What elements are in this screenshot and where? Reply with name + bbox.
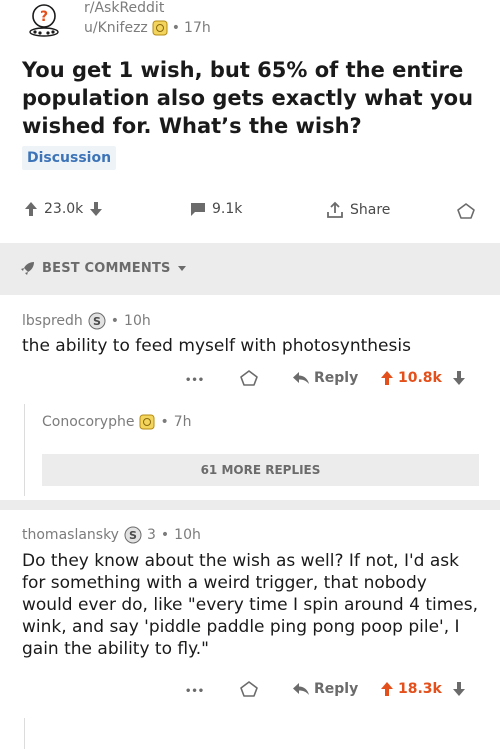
- more-replies-button[interactable]: 61 MORE REPLIES: [42, 454, 479, 486]
- sort-selector[interactable]: BEST COMMENTS: [20, 260, 187, 276]
- post-header: ? r/AskReddit u/Knifezz • 17h: [22, 0, 482, 44]
- share-icon: [326, 201, 344, 219]
- comment-actions: ••• Reply 18.3k: [0, 678, 500, 704]
- post-flair[interactable]: Discussion: [22, 146, 117, 170]
- gold-award-icon: [139, 414, 155, 430]
- comment-actions: ••• Reply 10.8k: [0, 367, 500, 393]
- downvote-icon[interactable]: [452, 681, 466, 697]
- svg-text:S: S: [93, 315, 101, 328]
- upvote-icon[interactable]: [380, 370, 394, 386]
- downvote-icon[interactable]: [452, 370, 466, 386]
- award-icon: [457, 203, 475, 219]
- sort-label: BEST COMMENTS: [42, 260, 171, 276]
- post-title[interactable]: You get 1 wish, but 65% of the entire po…: [22, 56, 482, 140]
- reply-icon: [292, 371, 310, 385]
- comment-vote-group: 10.8k: [380, 370, 466, 386]
- svg-text:?: ?: [40, 9, 48, 25]
- comment-meta: Conocoryphe • 7h: [42, 414, 192, 430]
- comment-author[interactable]: Conocoryphe: [42, 414, 134, 430]
- post-author-row: u/Knifezz • 17h: [84, 20, 211, 36]
- post-vote-group: 23.0k: [24, 201, 103, 217]
- reply-button[interactable]: Reply: [292, 681, 358, 697]
- comment-author[interactable]: lbspredh: [22, 313, 83, 329]
- comment-age: 10h: [174, 527, 201, 543]
- subreddit-avatar-icon[interactable]: ?: [26, 2, 62, 38]
- post-age: 17h: [184, 20, 211, 36]
- reply-icon: [292, 682, 310, 696]
- award-button[interactable]: [240, 681, 258, 697]
- comment-body: the ability to feed myself with photosyn…: [22, 336, 411, 356]
- rocket-icon: [20, 260, 36, 276]
- coin-count: 3: [146, 527, 156, 543]
- award-button[interactable]: [457, 203, 475, 219]
- reply-button[interactable]: Reply: [292, 370, 358, 386]
- more-options-button[interactable]: •••: [185, 686, 204, 697]
- comment-body: Do they know about the wish as well? If …: [22, 551, 479, 659]
- meta-separator: •: [110, 313, 120, 329]
- comment-age: 7h: [173, 414, 192, 430]
- comment-score: 18.3k: [398, 681, 442, 697]
- post-upvote-count: 23.0k: [44, 201, 84, 217]
- comment-score: 10.8k: [398, 370, 442, 386]
- upvote-icon[interactable]: [24, 201, 38, 217]
- meta-separator: •: [171, 20, 181, 36]
- post-comments-button[interactable]: 9.1k: [190, 201, 242, 217]
- comment-vote-group: 18.3k: [380, 681, 466, 697]
- meta-separator: •: [160, 414, 169, 430]
- comment-meta: thomaslansky S 3 • 10h: [22, 526, 201, 544]
- downvote-icon[interactable]: [89, 201, 103, 217]
- svg-text:S: S: [129, 529, 137, 542]
- gold-award-icon: [152, 20, 168, 36]
- subreddit-name[interactable]: r/AskReddit: [84, 0, 164, 16]
- reply-label: Reply: [314, 370, 359, 386]
- comment-icon: [190, 201, 206, 217]
- share-button[interactable]: Share: [326, 201, 390, 219]
- post-action-bar: 23.0k 9.1k Share: [0, 195, 500, 227]
- comment-meta: lbspredh S • 10h: [22, 312, 151, 330]
- comment-age: 10h: [124, 313, 151, 329]
- share-label: Share: [350, 202, 391, 218]
- post-comment-count: 9.1k: [212, 201, 243, 217]
- silver-coin-icon: S: [88, 312, 106, 330]
- thread-line[interactable]: [24, 404, 25, 496]
- thread-line[interactable]: [24, 718, 25, 749]
- comment-divider: [0, 500, 500, 510]
- post-author[interactable]: u/Knifezz: [84, 20, 148, 36]
- meta-separator: •: [160, 527, 170, 543]
- silver-coin-icon: S: [124, 526, 142, 544]
- comment-author[interactable]: thomaslansky: [22, 527, 119, 543]
- chevron-down-icon: [177, 264, 187, 272]
- more-options-button[interactable]: •••: [185, 375, 204, 386]
- award-button[interactable]: [240, 370, 258, 386]
- upvote-icon[interactable]: [380, 681, 394, 697]
- reply-label: Reply: [314, 681, 359, 697]
- comment-sort-bar[interactable]: BEST COMMENTS: [0, 243, 500, 295]
